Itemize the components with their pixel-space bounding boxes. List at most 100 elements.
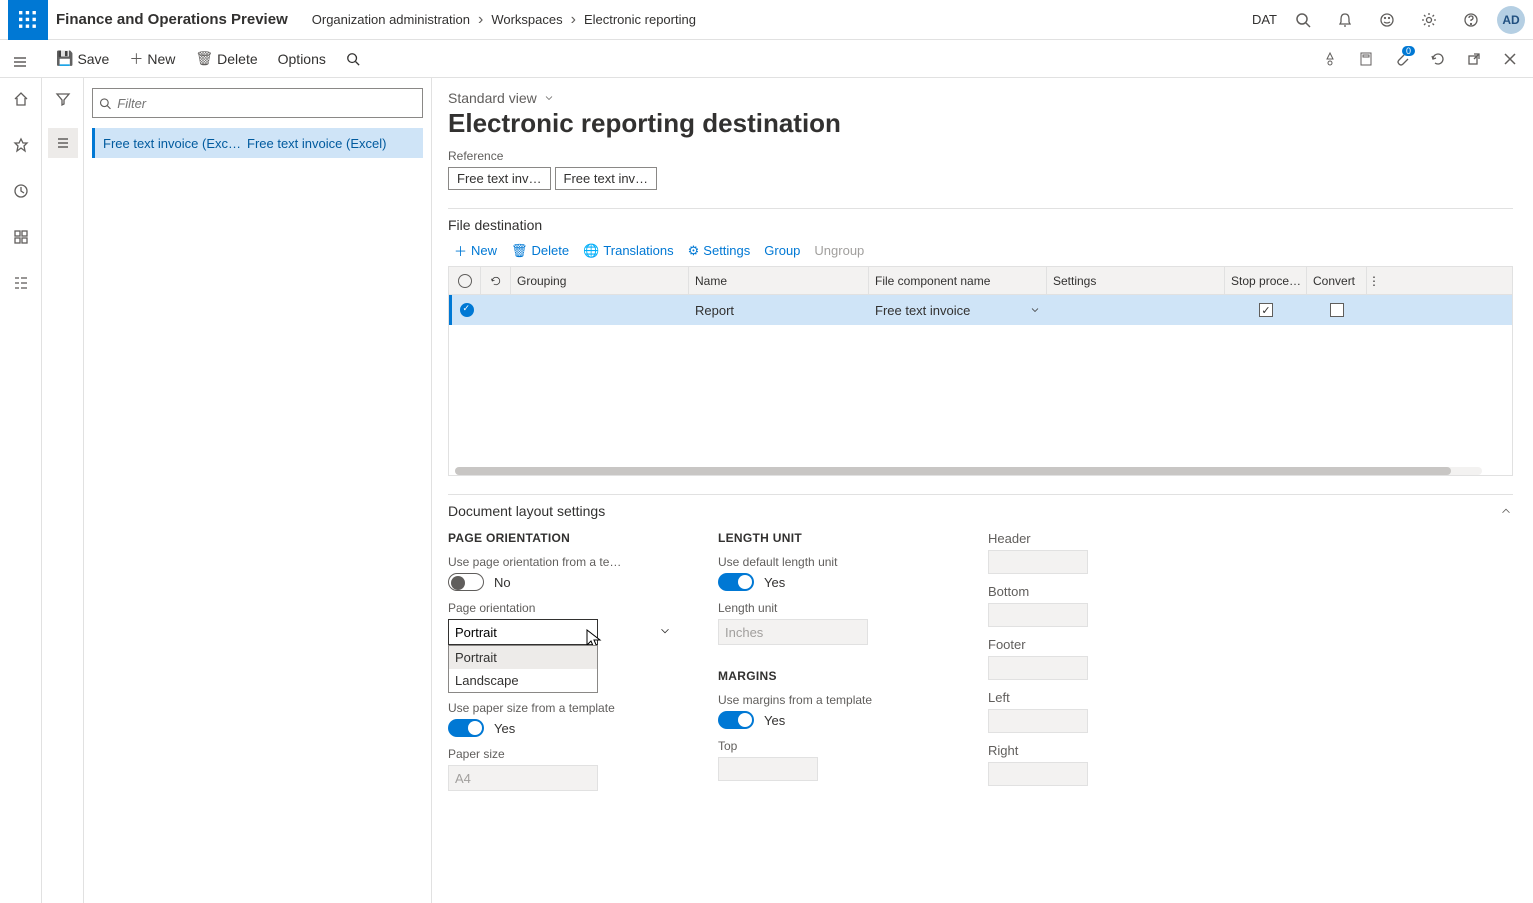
option-portrait[interactable]: Portrait bbox=[449, 646, 597, 669]
grid-group-button[interactable]: Group bbox=[764, 243, 800, 258]
new-label: New bbox=[147, 51, 175, 67]
close-icon[interactable] bbox=[1495, 44, 1525, 74]
gear-icon[interactable] bbox=[1413, 4, 1445, 36]
popout-icon[interactable] bbox=[1459, 44, 1489, 74]
length-unit-label: Length unit bbox=[718, 601, 948, 615]
company-code[interactable]: DAT bbox=[1252, 12, 1277, 27]
save-button[interactable]: 💾Save bbox=[48, 46, 117, 71]
margin-right-label: Right bbox=[988, 743, 1218, 758]
col-name[interactable]: Name bbox=[689, 267, 869, 294]
cell-name[interactable]: Report bbox=[689, 295, 869, 325]
margin-bottom-input bbox=[988, 603, 1088, 627]
page-options-icon[interactable] bbox=[1351, 44, 1381, 74]
options-label: Options bbox=[278, 51, 326, 67]
chevron-down-icon bbox=[658, 624, 672, 638]
grid-new-button[interactable]: ＋New bbox=[454, 241, 497, 260]
option-landscape[interactable]: Landscape bbox=[449, 669, 597, 692]
cell-component[interactable]: Free text invoice bbox=[869, 295, 1047, 325]
margin-left-label: Left bbox=[988, 690, 1218, 705]
refresh-icon[interactable] bbox=[1423, 44, 1453, 74]
star-icon[interactable] bbox=[6, 130, 36, 160]
margins-heading: MARGINS bbox=[718, 669, 948, 683]
breadcrumb-workspaces[interactable]: Workspaces bbox=[491, 12, 562, 27]
search-icon[interactable] bbox=[1287, 4, 1319, 36]
filter-icon[interactable] bbox=[48, 84, 78, 114]
reference-box-1[interactable]: Free text inv… bbox=[448, 167, 551, 190]
page-title: Electronic reporting destination bbox=[448, 108, 1513, 139]
cell-settings[interactable] bbox=[1047, 295, 1225, 325]
find-button[interactable] bbox=[338, 48, 368, 70]
attachment-icon[interactable]: 0 bbox=[1387, 44, 1417, 74]
grid-refresh-col[interactable] bbox=[481, 267, 511, 294]
help-icon[interactable] bbox=[1455, 4, 1487, 36]
filter-input[interactable] bbox=[117, 96, 416, 111]
use-margins-template-toggle[interactable] bbox=[718, 711, 754, 729]
grid-settings-button[interactable]: ⚙ Settings bbox=[688, 243, 751, 259]
list-item-col1: Free text invoice (Exc… bbox=[103, 136, 241, 151]
list-tools bbox=[42, 78, 84, 903]
grid-header: Grouping Name File component name Settin… bbox=[449, 267, 1512, 295]
col-component[interactable]: File component name bbox=[869, 267, 1047, 294]
breadcrumb-org-admin[interactable]: Organization administration bbox=[312, 12, 470, 27]
col-stop[interactable]: Stop proce… bbox=[1225, 267, 1307, 294]
use-paper-size-toggle[interactable] bbox=[448, 719, 484, 737]
leftrail bbox=[0, 78, 42, 903]
smile-icon[interactable] bbox=[1371, 4, 1403, 36]
grid-more-icon[interactable]: ⋮ bbox=[1367, 267, 1381, 294]
chevron-down-icon bbox=[1029, 304, 1041, 316]
hamburger-icon[interactable] bbox=[5, 47, 35, 77]
list-item[interactable]: Free text invoice (Exc… Free text invoic… bbox=[92, 128, 423, 158]
layout-heading[interactable]: Document layout settings bbox=[448, 503, 1513, 519]
view-label: Standard view bbox=[448, 90, 537, 106]
delete-button[interactable]: 🗑Delete bbox=[187, 46, 265, 71]
grid-delete-button[interactable]: 🗑 Delete bbox=[511, 243, 569, 259]
list-toggle-icon[interactable] bbox=[48, 128, 78, 158]
delete-label: Delete bbox=[217, 51, 257, 67]
use-margins-template-value: Yes bbox=[764, 713, 785, 728]
breadcrumb-er[interactable]: Electronic reporting bbox=[584, 12, 696, 27]
grid-translations-button[interactable]: 🌐 Translations bbox=[583, 243, 674, 259]
use-default-length-toggle[interactable] bbox=[718, 573, 754, 591]
modules-icon[interactable] bbox=[6, 268, 36, 298]
grid-scrollbar[interactable] bbox=[455, 467, 1482, 475]
list-item-col2: Free text invoice (Excel) bbox=[247, 136, 386, 151]
reference-box-2[interactable]: Free text inv… bbox=[555, 167, 658, 190]
row-select-icon[interactable] bbox=[460, 303, 474, 317]
length-unit-select bbox=[718, 619, 868, 645]
home-icon[interactable] bbox=[6, 84, 36, 114]
page-orientation-select[interactable] bbox=[448, 619, 598, 645]
col-settings[interactable]: Settings bbox=[1047, 267, 1225, 294]
personalize-icon[interactable] bbox=[1315, 44, 1345, 74]
page-orientation-dropdown: Portrait Landscape bbox=[448, 645, 598, 693]
file-destination-heading[interactable]: File destination bbox=[448, 217, 1513, 233]
app-launcher-icon[interactable] bbox=[8, 0, 48, 40]
col-convert[interactable]: Convert bbox=[1307, 267, 1367, 294]
topbar: Finance and Operations Preview Organizat… bbox=[0, 0, 1533, 40]
use-default-length-value: Yes bbox=[764, 575, 785, 590]
filter-input-wrapper[interactable] bbox=[92, 88, 423, 118]
use-orientation-template-value: No bbox=[494, 575, 511, 590]
use-default-length-label: Use default length unit bbox=[718, 555, 948, 569]
length-unit-heading: LENGTH UNIT bbox=[718, 531, 948, 545]
cell-grouping[interactable] bbox=[511, 295, 689, 325]
convert-checkbox[interactable] bbox=[1330, 303, 1344, 317]
margin-header-label: Header bbox=[988, 531, 1218, 546]
paper-size-label: Paper size bbox=[448, 747, 678, 761]
grid-select-all[interactable] bbox=[449, 267, 481, 294]
avatar[interactable]: AD bbox=[1497, 6, 1525, 34]
workspace-icon[interactable] bbox=[6, 222, 36, 252]
new-button[interactable]: ＋New bbox=[121, 45, 183, 73]
col-grouping[interactable]: Grouping bbox=[511, 267, 689, 294]
margin-right-input bbox=[988, 762, 1088, 786]
paper-size-select bbox=[448, 765, 598, 791]
view-selector[interactable]: Standard view bbox=[448, 90, 1513, 106]
save-label: Save bbox=[77, 51, 109, 67]
chevron-right-icon: › bbox=[571, 11, 576, 29]
use-orientation-template-toggle[interactable] bbox=[448, 573, 484, 591]
stop-checkbox[interactable] bbox=[1259, 303, 1273, 317]
margin-bottom-label: Bottom bbox=[988, 584, 1218, 599]
recent-icon[interactable] bbox=[6, 176, 36, 206]
options-button[interactable]: Options bbox=[270, 47, 334, 71]
table-row[interactable]: Report Free text invoice bbox=[449, 295, 1512, 325]
bell-icon[interactable] bbox=[1329, 4, 1361, 36]
